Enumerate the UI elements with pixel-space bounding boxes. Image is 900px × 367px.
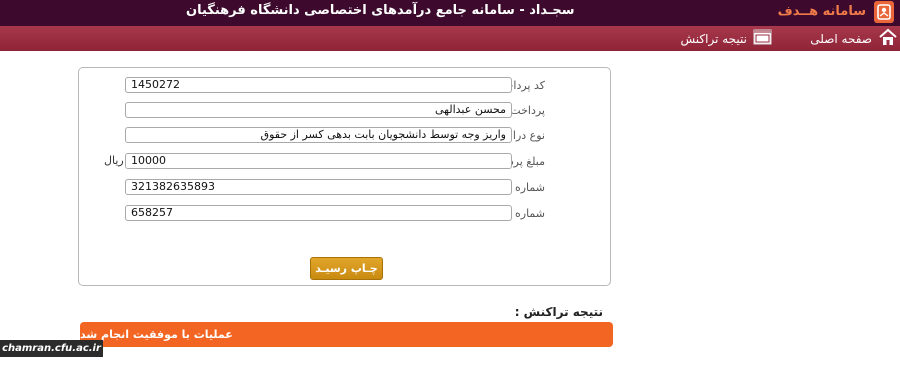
app-title: سجـداد - سامانه جامع درآمدهای اختصاصی دا…: [186, 3, 575, 18]
reference-number-field[interactable]: 321382635893: [125, 179, 512, 195]
result-title: نتیجه تراکنش :: [514, 305, 603, 319]
payment-code-field[interactable]: 1450272: [125, 77, 512, 93]
nav-transaction-label: نتیجه تراکنش: [680, 31, 747, 46]
top-bar: سامانه هــدف سجـداد - سامانه جامع درآمده…: [0, 0, 900, 26]
print-receipt-button[interactable]: چـاپ رسیـد: [310, 257, 383, 280]
nav-transaction-result[interactable]: نتیجه تراکنش: [680, 26, 772, 51]
income-type-field[interactable]: واریز وجه توسط دانشجویان بابت بدهی کسر ا…: [125, 127, 512, 143]
nav-home-label: صفحه اصلی: [810, 31, 872, 46]
nav-bar: صفحه اصلی نتیجه تراکنش: [0, 26, 900, 51]
result-status-banner: عملیات با موفقیت انجام شد: [80, 322, 613, 347]
brand-logo-icon: [874, 1, 894, 23]
amount-unit: ریال: [104, 154, 124, 167]
window-icon: [753, 29, 772, 48]
receipt-form: کد پرداخت : 1450272 پرداخت کننده : محسن …: [78, 67, 611, 286]
amount-field[interactable]: 10000: [125, 153, 512, 169]
nav-home[interactable]: صفحه اصلی: [810, 26, 898, 51]
home-icon: [878, 28, 898, 49]
brand-name: سامانه هــدف: [777, 4, 866, 19]
payer-field[interactable]: محسن عبدالهی: [125, 102, 512, 118]
tracking-number-field[interactable]: 658257: [125, 205, 512, 221]
site-watermark: chamran.cfu.ac.ir: [0, 340, 103, 357]
